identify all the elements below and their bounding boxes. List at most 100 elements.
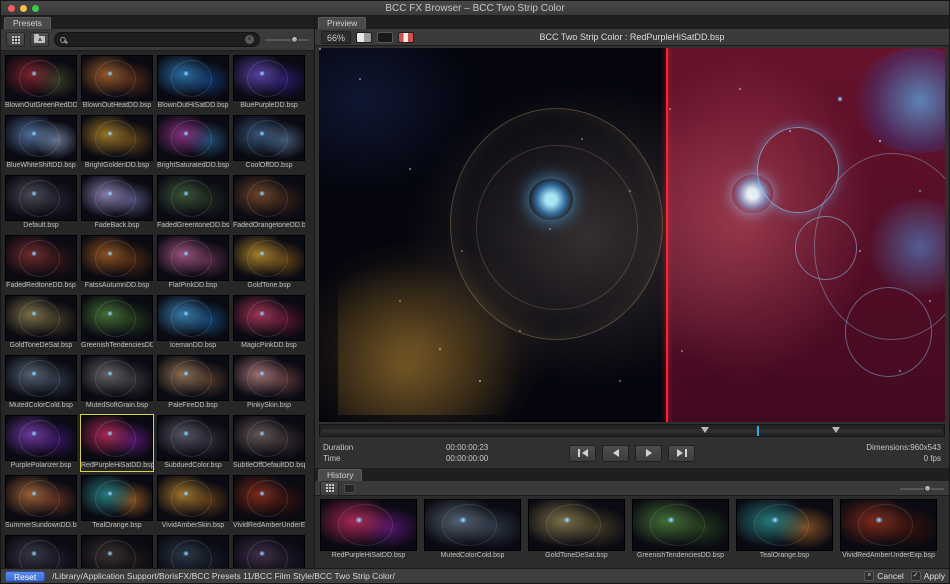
- window-title: BCC FX Browser – BCC Two Strip Color: [385, 2, 565, 14]
- parent-folder-button[interactable]: [30, 32, 49, 47]
- preset-item[interactable]: VividRedAmberUnderExp.bsp: [233, 475, 305, 531]
- grid-view-button[interactable]: [6, 32, 25, 47]
- history-item[interactable]: MutedColorCold.bsp: [424, 499, 521, 565]
- preset-item[interactable]: FadeBack.bsp: [81, 175, 153, 231]
- preset-item[interactable]: GoldTone.bsp: [233, 235, 305, 291]
- preset-item[interactable]: Default.bsp: [5, 175, 77, 231]
- preset-label: FadedRedtoneDD.bsp: [6, 282, 76, 289]
- preset-item[interactable]: MutedColorCold.bsp: [5, 355, 77, 411]
- history-grid-view-button[interactable]: [320, 480, 339, 496]
- close-window-button[interactable]: [8, 5, 15, 12]
- preset-thumbnail: [81, 535, 153, 568]
- preset-thumbnail: [81, 475, 153, 521]
- zoom-level-select[interactable]: 66%: [321, 30, 352, 44]
- status-bar: Reset /Library/Application Support/Boris…: [1, 568, 949, 583]
- presets-tabstrip: Presets: [1, 16, 314, 29]
- preset-item[interactable]: SubtleOffDefaultDD.bsp: [233, 415, 305, 471]
- range-handle[interactable]: [831, 427, 840, 433]
- preset-item[interactable]: BrightSaturatedDD.bsp: [157, 115, 229, 171]
- preset-label: PaleFireDD.bsp: [168, 402, 218, 409]
- step-back-button[interactable]: [602, 444, 629, 462]
- tab-history[interactable]: History: [318, 469, 363, 481]
- preview-image[interactable]: [319, 48, 945, 422]
- play-button[interactable]: [635, 444, 662, 462]
- preset-item[interactable]: BlownOutGreenRedDD.bsp: [5, 55, 77, 111]
- preset-item[interactable]: BrightGoldenDD.bsp: [81, 115, 153, 171]
- history-item[interactable]: GreenishTendenciesDD.bsp: [632, 499, 729, 565]
- preset-thumbnail: [5, 535, 77, 568]
- step-forward-button[interactable]: [668, 444, 695, 462]
- preset-thumbnail: [233, 475, 305, 521]
- cancel-button[interactable]: × Cancel: [864, 571, 904, 581]
- preset-item[interactable]: PurplePolarizer.bsp: [5, 415, 77, 471]
- preset-item[interactable]: FlatPinkDD.bsp: [157, 235, 229, 291]
- zoom-window-button[interactable]: [32, 5, 39, 12]
- preset-item[interactable]: MagicPinkDD.bsp: [233, 295, 305, 351]
- history-item[interactable]: RedPurpleHiSatDD.bsp: [320, 499, 417, 565]
- preset-item[interactable]: FadedRedtoneDD.bsp: [5, 235, 77, 291]
- slider-knob[interactable]: [924, 484, 932, 492]
- preset-item[interactable]: BluePurpleDD.bsp: [233, 55, 305, 111]
- preset-item[interactable]: PinkySkin.bsp: [233, 355, 305, 411]
- slider-knob[interactable]: [291, 36, 299, 43]
- preset-item[interactable]: [81, 535, 153, 568]
- history-item[interactable]: TealOrange.bsp: [736, 499, 833, 565]
- preset-item[interactable]: RedPurpleHiSatDD.bsp: [80, 414, 154, 472]
- preset-item[interactable]: FatssAutumnDD.bsp: [81, 235, 153, 291]
- presets-panel: Presets × BlownOutGreenRedDD BlownOutHea…: [1, 16, 315, 568]
- preset-item[interactable]: [157, 535, 229, 568]
- minimize-window-button[interactable]: [20, 5, 27, 12]
- time-value: 00:00:00:00: [445, 454, 489, 463]
- split-view-divider[interactable]: [666, 48, 669, 422]
- preset-item[interactable]: BlownOutHiSatDD.bsp: [157, 55, 229, 111]
- timeline-scrubber[interactable]: [319, 424, 945, 437]
- preset-item[interactable]: BlownOutHeatDD.bsp: [81, 55, 153, 111]
- thumbnail-size-slider[interactable]: [265, 34, 309, 45]
- preset-item[interactable]: GoldToneDeSat.bsp: [5, 295, 77, 351]
- preset-item[interactable]: GreenishTendenciesDD.bsp: [81, 295, 153, 351]
- preset-label: GoldToneDeSat.bsp: [9, 342, 73, 349]
- preset-search-field[interactable]: ×: [54, 32, 260, 47]
- preset-item[interactable]: VividAmberSkin.bsp: [157, 475, 229, 531]
- history-item[interactable]: GoldToneDeSat.bsp: [528, 499, 625, 565]
- search-input[interactable]: [69, 34, 242, 45]
- clip-info: Dimensions:960x543 0 fps: [695, 443, 941, 463]
- preset-item[interactable]: FadedGreentoneDD.bsp: [157, 175, 229, 231]
- playhead-marker[interactable]: [700, 427, 709, 433]
- gold-sparkle-glow-graphic: [337, 257, 526, 415]
- checkerboard-background-toggle[interactable]: [398, 31, 415, 43]
- preset-item[interactable]: BlueWhiteShiftDD.bsp: [5, 115, 77, 171]
- preset-item[interactable]: SummerSundownDD.bsp: [5, 475, 77, 531]
- history-item[interactable]: VividRedAmberUnderExp.bsp: [840, 499, 937, 565]
- white-background-toggle[interactable]: [356, 31, 373, 43]
- time-label: Time: [323, 454, 341, 463]
- preset-item[interactable]: [5, 535, 77, 568]
- preset-item[interactable]: [233, 535, 305, 568]
- history-thumbnail: [840, 499, 937, 551]
- preset-item[interactable]: MutedSoftGrain.bsp: [81, 355, 153, 411]
- preset-label: PinkySkin.bsp: [247, 402, 291, 409]
- preset-item[interactable]: SubduedColor.bsp: [157, 415, 229, 471]
- preset-item[interactable]: IcemanDD.bsp: [157, 295, 229, 351]
- tab-preview[interactable]: Preview: [318, 17, 367, 29]
- preset-item[interactable]: PaleFireDD.bsp: [157, 355, 229, 411]
- current-time-indicator[interactable]: [756, 426, 759, 436]
- grid-icon: [325, 484, 334, 492]
- preset-item[interactable]: TealOrange.bsp: [81, 475, 153, 531]
- history-option-checkbox[interactable]: [344, 483, 355, 493]
- go-to-start-icon: [577, 449, 580, 457]
- apply-button[interactable]: ✓ Apply: [910, 571, 945, 581]
- history-size-slider[interactable]: [900, 483, 944, 494]
- preset-item[interactable]: FadedOrangetoneDD.bsp: [233, 175, 305, 231]
- go-to-start-button[interactable]: [569, 444, 596, 462]
- transport-bar: Duration 00:00:00:23 Time 00:00:00:00 Di…: [315, 438, 949, 468]
- history-label: GoldToneDeSat.bsp: [545, 552, 608, 559]
- preset-thumbnail: [157, 475, 229, 521]
- black-background-toggle[interactable]: [377, 31, 394, 43]
- slider-track: [265, 39, 309, 41]
- preset-item[interactable]: CoolOffDD.bsp: [233, 115, 305, 171]
- tab-presets[interactable]: Presets: [4, 17, 51, 29]
- history-thumbnail: [632, 499, 729, 551]
- clear-search-icon[interactable]: ×: [245, 35, 254, 44]
- reset-button[interactable]: Reset: [5, 570, 46, 582]
